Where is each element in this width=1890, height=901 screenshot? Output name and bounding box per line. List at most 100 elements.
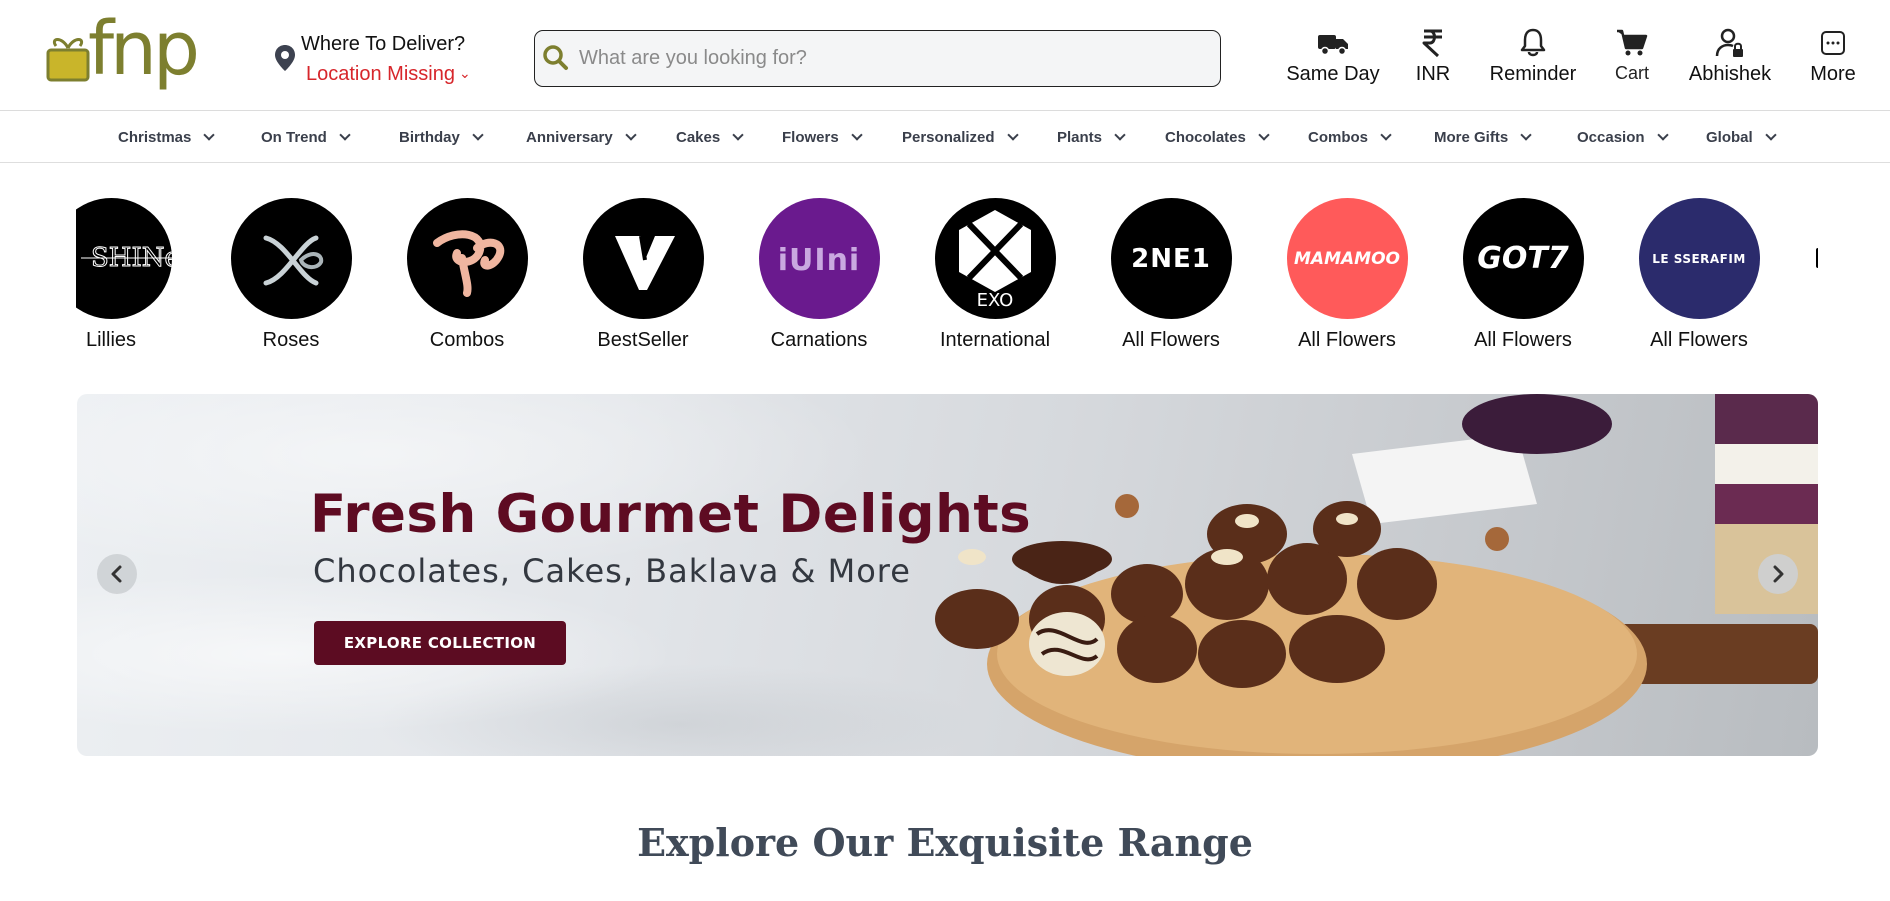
header-actions: Same Day INR Reminder Cart Abhishek More <box>1270 26 1880 96</box>
chevron-down-icon <box>1258 129 1270 141</box>
category-name: Carnations <box>770 329 868 351</box>
category-item[interactable]: 2NE1 All Flowers <box>1096 198 1246 352</box>
bell-icon <box>1520 28 1546 57</box>
same-day-button[interactable]: Same Day <box>1284 26 1382 96</box>
delivery-location-selector[interactable]: Where To Deliver? Location Missing ⌄ <box>274 30 494 90</box>
nav-item-occasion[interactable]: Occasion <box>1577 129 1669 146</box>
category-item[interactable]: Combos <box>392 198 542 352</box>
banner-prev-button[interactable] <box>97 554 137 594</box>
category-item[interactable]: Roses <box>216 198 366 352</box>
category-image: EXO <box>934 198 1056 319</box>
search-bar[interactable] <box>534 30 1221 87</box>
category-image <box>406 198 528 319</box>
currency-label: INR <box>1415 63 1451 85</box>
category-image: GOT7 <box>1462 198 1584 319</box>
category-item[interactable]: GOT7 All Flowers <box>1448 198 1598 352</box>
mamamoo-logo-icon: MAMAMOO <box>1294 248 1400 269</box>
category-image: 2NE1 <box>1110 198 1232 319</box>
category-name: International <box>939 329 1051 351</box>
banner-headline: Fresh Gourmet Delights <box>310 484 1032 545</box>
aespa-logo-icon <box>263 235 323 286</box>
category-item[interactable]: LE SSERAFIM All Flowers <box>1624 198 1774 352</box>
fnp-logo[interactable]: fnp <box>44 6 212 98</box>
category-carousel: SHINee Lillies Roses Combos <box>76 198 1818 358</box>
nav-item-more-gifts[interactable]: More Gifts <box>1434 129 1532 146</box>
reminder-label: Reminder <box>1489 63 1577 85</box>
category-name: All Flowers <box>1122 329 1220 351</box>
category-name: Lillies <box>85 329 137 351</box>
category-image <box>1816 248 1818 268</box>
site-header: fnp Where To Deliver? Location Missing ⌄ … <box>0 0 1890 111</box>
nav-item-chocolates[interactable]: Chocolates <box>1165 129 1270 146</box>
banner-subline: Chocolates, Cakes, Baklava & More <box>313 552 911 590</box>
cart-button[interactable]: Cart <box>1602 26 1662 96</box>
nav-item-birthday[interactable]: Birthday <box>399 129 484 146</box>
reminder-button[interactable]: Reminder <box>1480 26 1586 96</box>
explore-collection-button[interactable]: EXPLORE COLLECTION <box>314 621 566 665</box>
chevron-down-icon <box>1656 129 1669 141</box>
truck-icon <box>1318 35 1348 56</box>
nav-item-christmas[interactable]: Christmas <box>118 129 216 146</box>
got7-logo-icon: GOT7 <box>1477 241 1569 276</box>
chevron-left-icon <box>111 565 122 583</box>
category-item[interactable]: MAMAMOO All Flowers <box>1272 198 1422 352</box>
category-item[interactable]: SHINee Lillies <box>76 198 186 352</box>
deliver-title: Where To Deliver? <box>301 33 466 55</box>
chevron-down-icon <box>625 129 637 141</box>
more-button[interactable]: More <box>1800 26 1866 96</box>
category-item[interactable]: iUIni Carnations <box>744 198 894 352</box>
hero-banner[interactable]: Fresh Gourmet Delights Chocolates, Cakes… <box>77 394 1818 756</box>
chevron-down-icon <box>339 129 351 141</box>
deliver-location-value[interactable]: Location Missing ⌄ <box>306 63 471 86</box>
search-input[interactable] <box>579 41 1199 75</box>
nav-item-on-trend[interactable]: On Trend <box>261 129 351 146</box>
2ne1-logo-icon: 2NE1 <box>1131 243 1211 274</box>
more-label: More <box>1810 63 1856 85</box>
category-item[interactable]: BestSeller <box>568 198 718 352</box>
rupee-icon <box>1422 29 1442 58</box>
category-image: SHINee <box>76 198 172 319</box>
category-name: BestSeller <box>597 329 689 351</box>
category-name: All Flowers <box>1298 329 1396 351</box>
logo-wordmark: fnp <box>88 6 200 92</box>
cart-label: Cart <box>1614 63 1649 83</box>
category-image: MAMAMOO <box>1286 198 1408 319</box>
nav-item-cakes[interactable]: Cakes <box>676 129 744 146</box>
category-name: Roses <box>262 329 320 351</box>
same-day-label: Same Day <box>1286 63 1380 85</box>
exo-logo-icon: EXO <box>958 210 1031 311</box>
category-name: All Flowers <box>1474 329 1572 351</box>
currency-button[interactable]: INR <box>1403 26 1463 96</box>
search-icon <box>543 45 568 70</box>
chevron-down-icon: ⌄ <box>458 65 471 81</box>
shinee-logo-icon: SHINee <box>80 243 172 274</box>
chevron-right-icon <box>1773 565 1784 583</box>
nav-item-global[interactable]: Global <box>1706 129 1777 146</box>
nav-item-anniversary[interactable]: Anniversary <box>526 129 637 146</box>
gift-logo-icon <box>46 38 90 82</box>
svg-text:iUIni: iUIni <box>777 243 859 278</box>
red-velvet-logo-icon <box>432 230 504 297</box>
nav-item-plants[interactable]: Plants <box>1057 129 1126 146</box>
category-item-partial[interactable] <box>1756 198 1818 268</box>
category-image: LE SSERAFIM <box>1638 198 1760 319</box>
account-button[interactable]: Abhishek <box>1676 26 1784 96</box>
chevron-down-icon <box>1765 129 1777 141</box>
category-name: Combos <box>429 329 505 351</box>
le-sserafim-logo-icon: LE SSERAFIM <box>1652 251 1746 266</box>
category-name: All Flowers <box>1650 329 1748 351</box>
nav-item-combos[interactable]: Combos <box>1308 129 1392 146</box>
nav-item-flowers[interactable]: Flowers <box>782 129 863 146</box>
category-nav: Christmas On Trend Birthday Anniversary … <box>0 112 1890 163</box>
account-label: Abhishek <box>1688 63 1772 85</box>
chevron-down-icon <box>1006 129 1019 141</box>
chevron-down-icon <box>1520 129 1532 141</box>
chevron-down-icon <box>203 129 216 141</box>
location-pin-icon <box>275 45 295 71</box>
more-icon <box>1821 31 1845 55</box>
seventeen-logo-icon <box>614 235 675 290</box>
chevron-down-icon <box>851 129 863 141</box>
banner-next-button[interactable] <box>1758 554 1798 594</box>
nav-item-personalized[interactable]: Personalized <box>902 129 1019 146</box>
category-item[interactable]: EXO International <box>920 198 1070 352</box>
